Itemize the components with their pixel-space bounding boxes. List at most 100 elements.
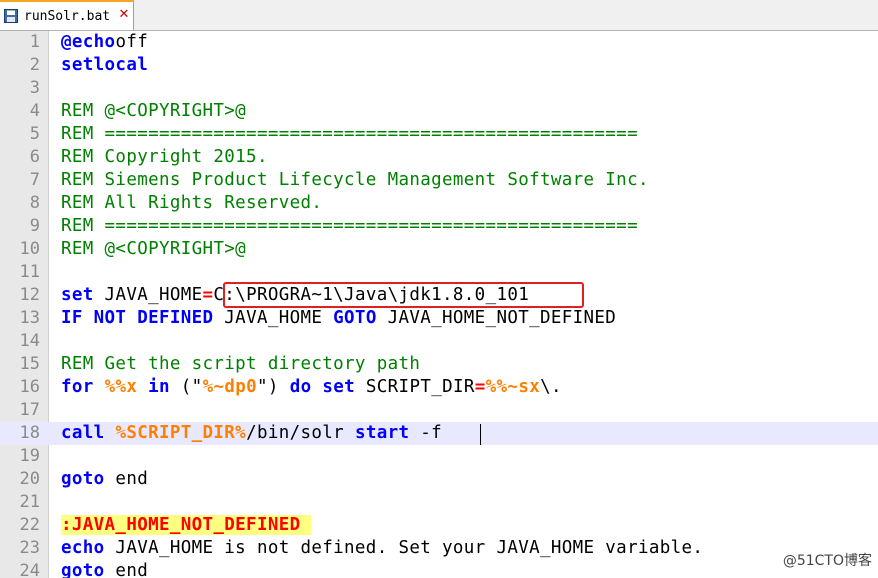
java-home-path-highlight	[223, 282, 584, 308]
line-number: 18	[19, 423, 40, 443]
code-line[interactable]: 3	[0, 77, 878, 100]
code-token: goto	[61, 469, 105, 489]
code-token: REM Copyright 2015.	[61, 147, 268, 167]
code-line[interactable]: 10 REM @<COPYRIGHT>@	[0, 238, 878, 261]
line-text: REM Copyright 2015.	[61, 146, 268, 169]
code-token: IF NOT DEFINED	[61, 308, 214, 328]
code-token: JAVA_HOME	[93, 285, 203, 305]
line-text: echo JAVA_HOME is not defined. Set your …	[61, 537, 703, 560]
code-token: start	[354, 423, 410, 443]
code-token: ")	[257, 377, 290, 397]
code-token: end	[104, 561, 149, 578]
code-token: JAVA_HOME is not defined. Set your JAVA_…	[104, 538, 704, 558]
tab-bar: runSolr.bat ✕	[0, 0, 878, 31]
code-token: for	[61, 377, 94, 397]
code-line[interactable]: 17	[0, 399, 878, 422]
line-number: 10	[19, 239, 40, 259]
code-line[interactable]: 14	[0, 330, 878, 353]
line-number: 19	[19, 446, 40, 466]
code-line[interactable]: 2 setlocal	[0, 54, 878, 77]
line-number: 2	[29, 55, 40, 75]
tab-runsolr[interactable]: runSolr.bat ✕	[0, 0, 134, 30]
line-number: 8	[29, 193, 40, 213]
line-text: REM ====================================…	[61, 123, 638, 146]
code-line[interactable]: 4 REM @<COPYRIGHT>@	[0, 100, 878, 123]
code-token: %%~sx	[485, 377, 541, 397]
code-line[interactable]: 24 goto end	[0, 560, 878, 578]
line-text: REM @<COPYRIGHT>@	[61, 238, 246, 261]
line-number: 1	[29, 32, 40, 52]
code-line[interactable]: 9 REM ===================================…	[0, 215, 878, 238]
code-token: echo	[61, 538, 105, 558]
code-token: REM @<COPYRIGHT>@	[61, 239, 247, 259]
code-line[interactable]: 6 REM Copyright 2015.	[0, 146, 878, 169]
watermark: @51CTO博客	[782, 553, 872, 569]
code-token: GOTO	[333, 308, 377, 328]
line-number: 12	[19, 285, 40, 305]
line-number: 22	[19, 515, 40, 535]
code-token: REM ====================================…	[61, 124, 638, 144]
code-token: REM Siemens Product Lifecycle Management…	[61, 170, 649, 190]
code-line[interactable]: 8 REM All Rights Reserved.	[0, 192, 878, 215]
line-text: @echooff	[61, 31, 148, 54]
code-token: JAVA_HOME_NOT_DEFINED	[376, 308, 617, 328]
line-number: 9	[29, 216, 40, 236]
line-text: IF NOT DEFINED JAVA_HOME GOTO JAVA_HOME_…	[61, 307, 616, 330]
code-token: SCRIPT_DIR	[355, 377, 475, 397]
line-number: 20	[19, 469, 40, 489]
line-number: 23	[19, 538, 40, 558]
code-token: end	[104, 469, 149, 489]
line-text: for %%x in ("%~dp0") do set SCRIPT_DIR=%…	[61, 376, 562, 399]
code-line[interactable]: 19	[0, 445, 878, 468]
code-line[interactable]: 11	[0, 261, 878, 284]
code-line[interactable]: 16 for %%x in ("%~dp0") do set SCRIPT_DIR…	[0, 376, 878, 399]
code-token: :JAVA_HOME_NOT_DEFINED	[61, 515, 312, 535]
code-token: %%x	[104, 377, 138, 397]
line-number: 14	[19, 331, 40, 351]
code-line[interactable]: 13 IF NOT DEFINED JAVA_HOME GOTO JAVA_HOM…	[0, 307, 878, 330]
tab-label: runSolr.bat	[24, 9, 111, 24]
code-line[interactable]: 23 echo JAVA_HOME is not defined. Set you…	[0, 537, 878, 560]
code-token: off	[115, 32, 149, 52]
code-line[interactable]: 7 REM Siemens Product Lifecycle Managemen…	[0, 169, 878, 192]
line-number: 16	[19, 377, 40, 397]
code-token: in	[148, 377, 170, 397]
text-caret	[480, 424, 481, 445]
code-line[interactable]: 22 :JAVA_HOME_NOT_DEFINED	[0, 514, 878, 537]
close-icon[interactable]: ✕	[117, 8, 131, 22]
line-number: 15	[19, 354, 40, 374]
line-text: REM Get the script directory path	[61, 353, 420, 376]
line-number: 13	[19, 308, 40, 328]
line-text: goto end	[61, 560, 148, 578]
code-token: REM All Rights Reserved.	[61, 193, 323, 213]
line-text: REM All Rights Reserved.	[61, 192, 322, 215]
code-token: =	[202, 285, 214, 305]
code-token: call	[61, 423, 105, 443]
line-number: 7	[29, 170, 40, 190]
line-number: 4	[29, 101, 40, 121]
code-editor[interactable]: 1 @echooff 2 setlocal 3 4 REM @<COPYRIGHT>@ 5 RE…	[0, 31, 878, 578]
line-number: 21	[19, 492, 40, 512]
line-number: 3	[29, 78, 40, 98]
code-line[interactable]: 18 call %SCRIPT_DIR%/bin/solr start -f	[0, 422, 878, 445]
code-token: REM ====================================…	[61, 216, 638, 236]
save-icon	[4, 9, 18, 23]
code-token: REM @<COPYRIGHT>@	[61, 101, 247, 121]
line-text: REM ====================================…	[61, 215, 638, 238]
code-line[interactable]: 20 goto end	[0, 468, 878, 491]
code-token: %~dp0	[202, 377, 258, 397]
code-token: @echo	[61, 32, 116, 52]
line-number: 17	[19, 400, 40, 420]
code-token: REM Get the script directory path	[61, 354, 421, 374]
code-line[interactable]: 21	[0, 491, 878, 514]
code-token: /bin/solr	[246, 423, 355, 443]
code-line[interactable]: 15 REM Get the script directory path	[0, 353, 878, 376]
code-token: JAVA_HOME	[213, 308, 334, 328]
code-token: ("	[169, 377, 203, 397]
code-line[interactable]: 5 REM ===================================…	[0, 123, 878, 146]
line-text: call %SCRIPT_DIR%/bin/solr start -f	[61, 422, 442, 445]
code-line[interactable]: 1 @echooff	[0, 31, 878, 54]
